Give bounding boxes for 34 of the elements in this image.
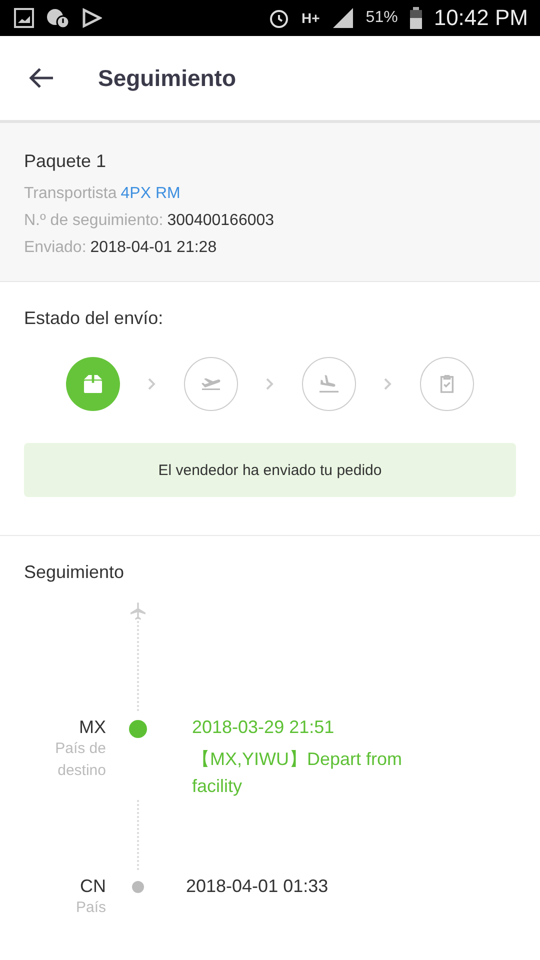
page-title: Seguimiento — [98, 64, 236, 92]
airplane-icon — [128, 601, 148, 621]
event-time: 2018-04-01 01:33 — [186, 876, 330, 897]
sent-label: Enviado: — [24, 239, 86, 257]
status-message: El vendedor ha enviado tu pedido — [24, 443, 516, 497]
country-code: CN — [80, 876, 106, 897]
carrier-label: Transportista — [24, 185, 117, 203]
event-time: 2018-03-29 21:51 — [192, 717, 336, 738]
section-title: Estado del envío: — [24, 308, 164, 329]
image-icon — [14, 8, 34, 28]
battery-percent: 51% — [366, 9, 398, 27]
back-arrow-icon[interactable] — [28, 67, 54, 89]
country-note: País — [74, 898, 106, 918]
chevron-icon — [266, 378, 274, 390]
network-type: H+ — [302, 10, 320, 26]
sent-date: 2018-04-01 21:28 — [90, 239, 217, 257]
play-store-icon — [82, 8, 102, 28]
section-title: Seguimiento — [24, 562, 126, 583]
package-icon — [83, 375, 103, 393]
chevron-icon — [148, 378, 156, 390]
alarm-icon — [268, 7, 290, 29]
package-title: Paquete 1 — [24, 151, 108, 172]
tracking-number: 300400166003 — [167, 212, 274, 230]
tracking-label: N.º de seguimiento: — [24, 212, 164, 230]
carrier-link[interactable]: 4PX RM — [120, 185, 180, 203]
country-code: MX — [79, 717, 106, 738]
battery-icon — [410, 7, 422, 29]
chevron-icon — [384, 378, 392, 390]
alert-disc-icon — [46, 8, 70, 28]
event-description: 【MX,YIWU】Depart from facility — [192, 748, 404, 798]
country-note: País de destino — [54, 739, 106, 781]
airplane-landing-icon — [319, 375, 339, 393]
signal-icon — [332, 8, 354, 28]
clock: 10:42 PM — [434, 5, 528, 31]
